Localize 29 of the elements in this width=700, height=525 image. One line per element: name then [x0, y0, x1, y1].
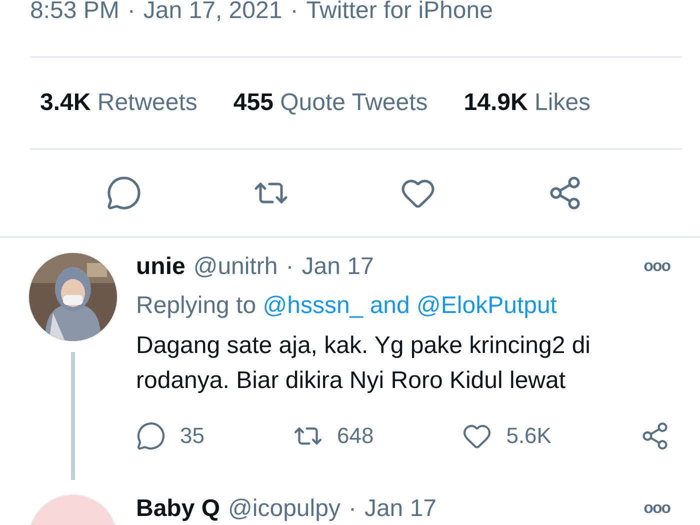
- reply-button[interactable]: 35: [136, 421, 204, 451]
- stat-link[interactable]: 455 Quote Tweets: [233, 89, 428, 117]
- reply-text: Dagang sate aja, kak. Yg pake krincing2 di rodanya. Biar dikira Nyi Roro Kidul lewat: [136, 331, 592, 396]
- reply-date: Jan 17: [364, 495, 437, 523]
- more-button[interactable]: ooo: [644, 258, 670, 276]
- separator-dot: ·: [286, 253, 294, 281]
- tweet-source: Twitter for iPhone: [306, 0, 493, 25]
- user-handle: @unitrh: [193, 253, 278, 281]
- mention-link[interactable]: @hsssn_ and @ElokPutput: [262, 292, 557, 319]
- replying-to-text: Replying to @hsssn_ and @ElokPutput: [136, 292, 558, 320]
- more-button[interactable]: ooo: [644, 500, 670, 518]
- user-name[interactable]: unie: [136, 253, 186, 281]
- tweet-time: 8:53 PM: [30, 0, 120, 25]
- share-icon: [640, 421, 670, 451]
- separator-dot: ·: [348, 495, 356, 523]
- user-handle: @icopulpy: [228, 495, 340, 523]
- stat-link[interactable]: 3.4K Retweets: [40, 89, 198, 117]
- like-button[interactable]: 5.6K: [462, 421, 552, 451]
- user-name[interactable]: Baby Q: [136, 495, 220, 523]
- retweet-button[interactable]: 648: [292, 421, 374, 451]
- reply-date: Jan 17: [302, 253, 374, 281]
- speech-bubble-icon: [106, 175, 142, 211]
- tweet-date: Jan 17, 2021: [143, 0, 282, 25]
- stat-link[interactable]: 14.9K Likes: [464, 89, 591, 117]
- separator-dot: ·: [127, 0, 136, 25]
- reply-button[interactable]: [106, 175, 142, 211]
- speech-bubble-icon: [136, 421, 166, 451]
- separator-dot: ·: [290, 0, 298, 25]
- share-button[interactable]: [640, 421, 670, 451]
